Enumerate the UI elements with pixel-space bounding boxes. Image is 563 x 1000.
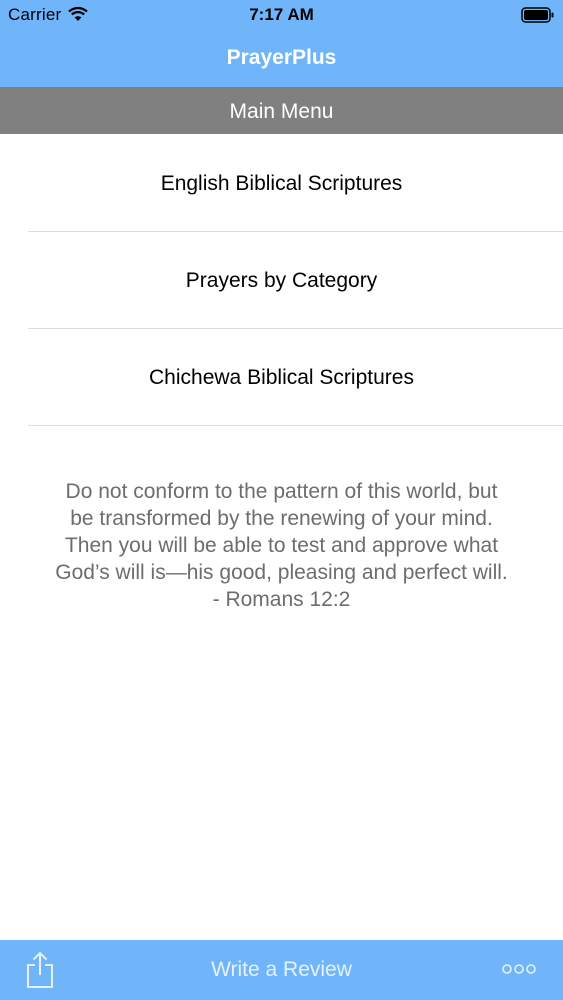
status-time: 7:17 AM — [249, 5, 314, 24]
menu-item-label: Chichewa Biblical Scriptures — [149, 365, 414, 389]
write-review-button[interactable]: Write a Review — [0, 958, 563, 982]
section-title: Main Menu — [229, 100, 334, 123]
menu-item-english-scriptures[interactable]: English Biblical Scriptures — [0, 135, 563, 232]
section-header: Main Menu — [0, 87, 563, 134]
menu-item-prayers-by-category[interactable]: Prayers by Category — [0, 232, 563, 329]
menu-item-chichewa-scriptures[interactable]: Chichewa Biblical Scriptures — [0, 329, 563, 426]
battery-icon — [521, 7, 554, 23]
app-title: PrayerPlus — [226, 46, 337, 69]
bottom-toolbar: Write a Review — [0, 940, 563, 1000]
main-menu: English Biblical Scriptures Prayers by C… — [0, 135, 563, 426]
more-icon[interactable] — [502, 962, 536, 976]
status-bar: Carrier 7:17 AM — [0, 0, 563, 30]
bible-verse: Do not conform to the pattern of this wo… — [55, 480, 508, 611]
menu-item-label: English Biblical Scriptures — [160, 171, 403, 195]
navigation-bar: PrayerPlus — [0, 30, 563, 87]
menu-item-label: Prayers by Category — [185, 268, 378, 292]
